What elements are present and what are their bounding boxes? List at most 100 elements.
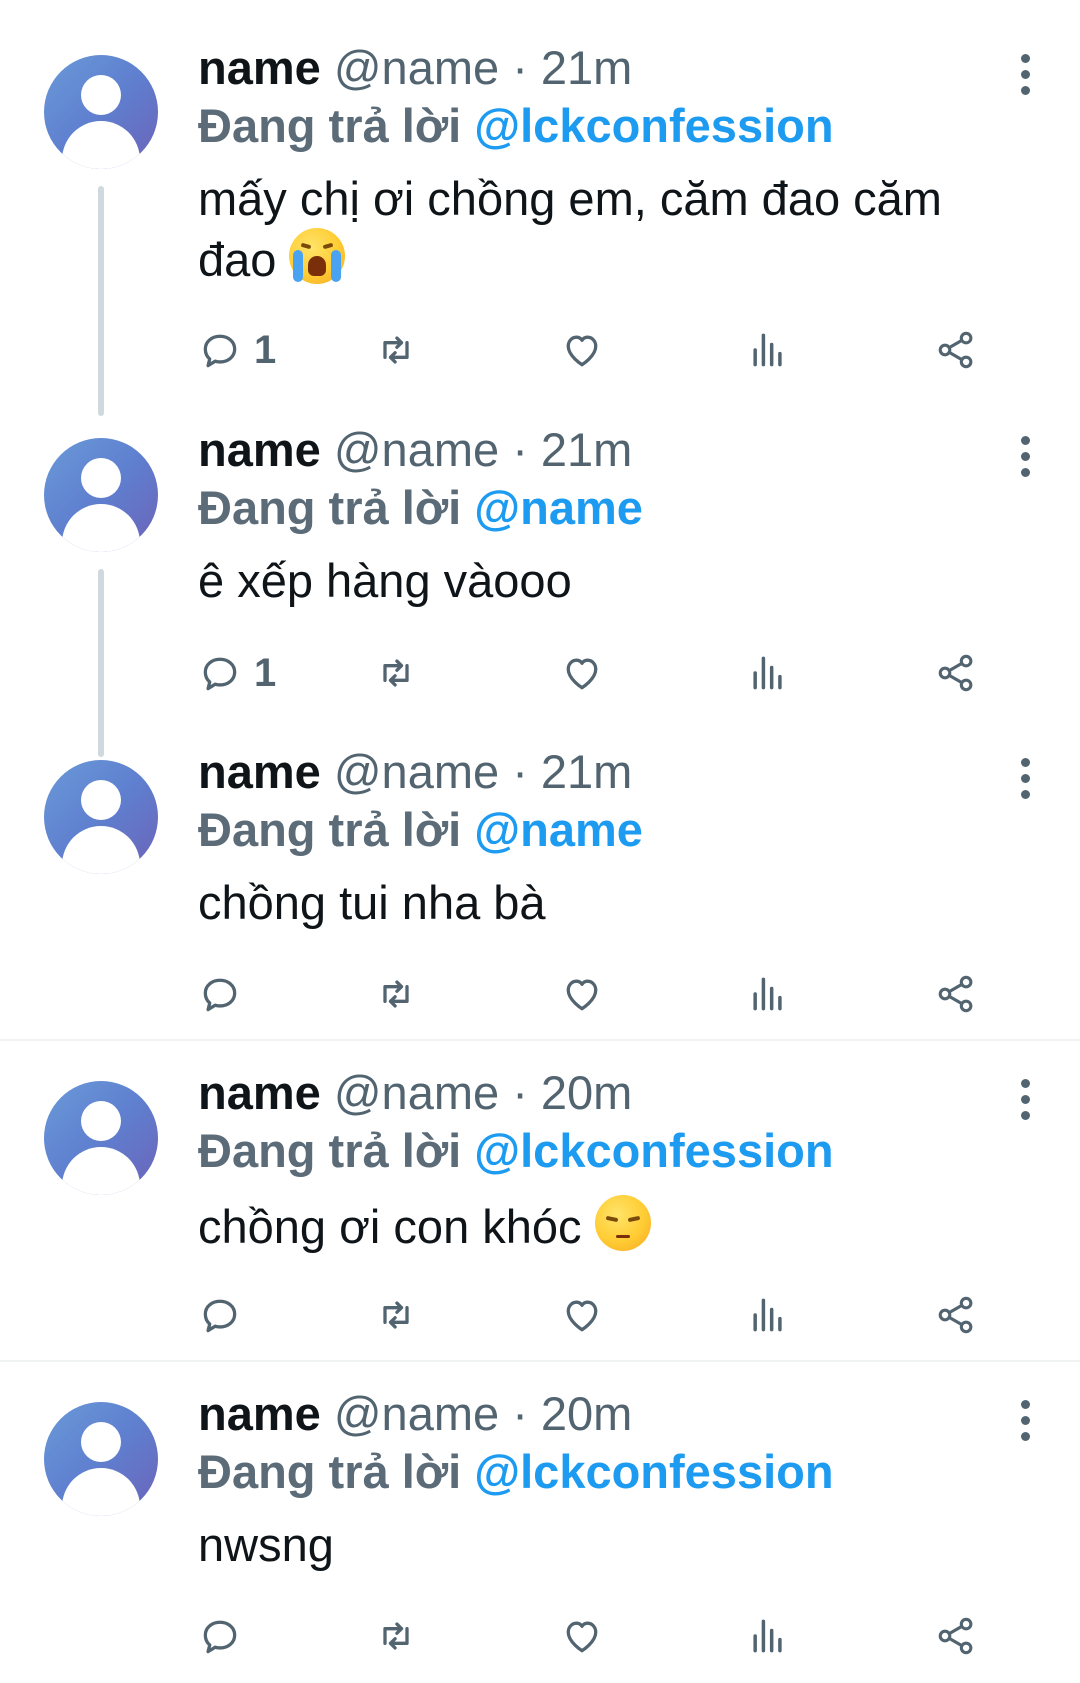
user-handle[interactable]: @name	[334, 423, 499, 476]
avatar[interactable]	[44, 1402, 158, 1516]
replying-prefix: Đang trả lời	[198, 803, 462, 856]
replying-to: Đang trả lời @lckconfession	[198, 1442, 1020, 1502]
user-handle[interactable]: @name	[334, 1387, 499, 1440]
more-options-icon[interactable]	[1020, 1400, 1030, 1444]
separator-dot: ·	[512, 1066, 528, 1119]
replying-to: Đang trả lời @name	[198, 800, 1020, 860]
reply-icon	[203, 334, 237, 368]
replying-to-mention[interactable]: @name	[474, 481, 643, 534]
heart-icon	[566, 335, 598, 367]
share-button[interactable]	[934, 326, 978, 374]
share-button[interactable]	[934, 1612, 978, 1660]
heart-icon	[566, 979, 598, 1011]
replying-prefix: Đang trả lời	[198, 1445, 462, 1498]
retweet-button[interactable]	[374, 326, 418, 374]
like-button[interactable]	[560, 1612, 604, 1660]
tweet-header: name @name · 21m	[198, 744, 1020, 800]
tweet[interactable]: name @name · 21m Đang trả lời @name chồn…	[0, 736, 1080, 1039]
user-handle[interactable]: @name	[334, 1066, 499, 1119]
avatar[interactable]	[44, 1081, 158, 1195]
user-handle[interactable]: @name	[334, 745, 499, 798]
analytics-icon	[753, 1619, 782, 1653]
tweet-actions	[198, 1291, 1018, 1339]
tweet-header: name @name · 20m	[198, 1065, 1020, 1121]
timestamp[interactable]: 20m	[541, 1066, 632, 1119]
replying-to-mention[interactable]: @lckconfession	[474, 1124, 833, 1177]
retweet-icon	[383, 659, 409, 687]
tweet-actions: 1	[198, 326, 1018, 374]
loudly-crying-face-icon	[289, 228, 346, 284]
tweet[interactable]: name @name · 21m Đang trả lời @lckconfes…	[0, 0, 1080, 416]
separator-dot: ·	[512, 1387, 528, 1440]
retweet-icon	[383, 336, 409, 364]
tweet[interactable]: name @name · 21m Đang trả lời @name ê xế…	[0, 414, 1080, 757]
retweet-button[interactable]	[374, 1291, 418, 1339]
share-button[interactable]	[934, 649, 978, 697]
like-button[interactable]	[560, 326, 604, 374]
display-name[interactable]: name	[198, 1387, 321, 1440]
reply-button[interactable]	[198, 1291, 254, 1339]
separator-dot: ·	[512, 745, 528, 798]
analytics-icon	[753, 656, 782, 690]
more-options-icon[interactable]	[1020, 436, 1030, 480]
avatar[interactable]	[44, 760, 158, 874]
views-button[interactable]	[746, 326, 790, 374]
more-options-icon[interactable]	[1020, 1079, 1030, 1123]
tweet-actions	[198, 1612, 1018, 1660]
like-button[interactable]	[560, 1291, 604, 1339]
views-button[interactable]	[746, 970, 790, 1018]
share-icon	[938, 1296, 973, 1334]
tweet-text-line: đao	[198, 233, 277, 286]
reply-feed: name @name · 21m Đang trả lời @lckconfes…	[0, 0, 1080, 1683]
avatar[interactable]	[44, 438, 158, 552]
share-button[interactable]	[934, 1291, 978, 1339]
retweet-button[interactable]	[374, 970, 418, 1018]
reply-count: 1	[254, 327, 277, 372]
tweet[interactable]: name @name · 20m Đang trả lời @lckconfes…	[0, 1362, 1080, 1683]
timestamp[interactable]: 21m	[541, 41, 632, 94]
replying-to: Đang trả lời @name	[198, 478, 1020, 538]
more-options-icon[interactable]	[1020, 758, 1030, 802]
replying-to-mention[interactable]: @name	[474, 803, 643, 856]
user-handle[interactable]: @name	[334, 41, 499, 94]
avatar[interactable]	[44, 55, 158, 169]
share-button[interactable]	[934, 970, 978, 1018]
timestamp[interactable]: 21m	[541, 423, 632, 476]
heart-icon	[566, 1300, 598, 1332]
replying-to: Đang trả lời @lckconfession	[198, 96, 1020, 156]
reply-button[interactable]: 1	[198, 326, 276, 374]
tweet-header: name @name · 21m	[198, 422, 1020, 478]
replying-to: Đang trả lời @lckconfession	[198, 1121, 1020, 1181]
like-button[interactable]	[560, 970, 604, 1018]
display-name[interactable]: name	[198, 745, 321, 798]
timestamp[interactable]: 20m	[541, 1387, 632, 1440]
timestamp[interactable]: 21m	[541, 745, 632, 798]
share-icon	[938, 975, 973, 1013]
retweet-button[interactable]	[374, 649, 418, 697]
like-button[interactable]	[560, 649, 604, 697]
replying-prefix: Đang trả lời	[198, 481, 462, 534]
display-name[interactable]: name	[198, 41, 321, 94]
replying-to-mention[interactable]: @lckconfession	[474, 99, 833, 152]
display-name[interactable]: name	[198, 423, 321, 476]
reply-button[interactable]	[198, 1612, 254, 1660]
tweet-text: chồng tui nha bà	[198, 876, 546, 929]
retweet-button[interactable]	[374, 1612, 418, 1660]
views-button[interactable]	[746, 1612, 790, 1660]
pensive-face-icon	[594, 1195, 651, 1251]
tweet-actions	[198, 970, 1018, 1018]
reply-button[interactable]	[198, 970, 254, 1018]
tweet-text: chồng ơi con khóc	[198, 1195, 1020, 1256]
tweet[interactable]: name @name · 20m Đang trả lời @lckconfes…	[0, 1041, 1080, 1360]
reply-icon	[203, 1299, 237, 1333]
reply-button[interactable]: 1	[198, 649, 276, 697]
more-options-icon[interactable]	[1020, 54, 1030, 98]
reply-icon	[203, 978, 237, 1012]
display-name[interactable]: name	[198, 1066, 321, 1119]
heart-icon	[566, 1621, 598, 1653]
views-button[interactable]	[746, 1291, 790, 1339]
views-button[interactable]	[746, 649, 790, 697]
replying-to-mention[interactable]: @lckconfession	[474, 1445, 833, 1498]
retweet-icon	[383, 1622, 409, 1650]
replying-prefix: Đang trả lời	[198, 1124, 462, 1177]
